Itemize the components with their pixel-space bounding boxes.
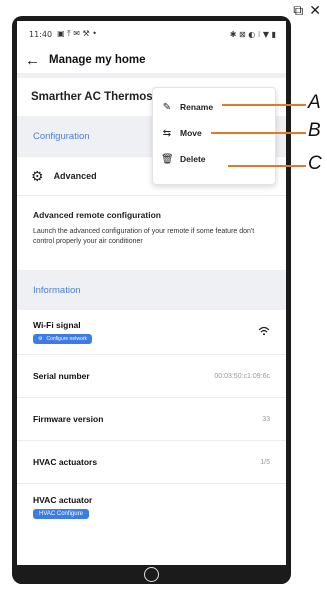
serial-number-value: 00:03:50:c1:09:6c: [214, 372, 270, 380]
remote-title: Advanced remote configuration: [33, 210, 161, 220]
pencil-icon: ✎: [162, 101, 172, 113]
advanced-label: Advanced: [53, 171, 97, 181]
callout-label-c: C: [308, 153, 322, 174]
gear-icon: ⚙: [31, 167, 44, 184]
settings-icon: ⚙: [38, 336, 43, 342]
callout-line-a: [222, 104, 306, 106]
hvac-actuators-row: HVAC actuators 1/5: [17, 441, 286, 484]
advanced-remote-configuration[interactable]: Advanced remote configuration Launch the…: [17, 196, 286, 270]
notification-icons: ▣ ⤒ ✉ ⚒ •: [57, 29, 97, 38]
trash-icon: 🗑: [161, 153, 174, 165]
firmware-label: Firmware version: [33, 414, 104, 424]
back-arrow-icon[interactable]: ←: [25, 52, 49, 69]
firmware-row: Firmware version 33: [17, 398, 286, 441]
expand-icon[interactable]: ⧉: [293, 2, 303, 20]
move-label: Move: [180, 128, 202, 138]
menu-item-delete[interactable]: 🗑 Delete: [153, 146, 275, 172]
remote-description: Launch the advanced configuration of you…: [33, 228, 255, 245]
status-time: 11:40: [29, 29, 53, 39]
delete-label: Delete: [180, 154, 206, 164]
callout-line-c: [228, 165, 306, 167]
close-icon[interactable]: ✕: [309, 2, 321, 20]
page-title: Manage my home: [49, 54, 146, 66]
callout-line-b: [211, 132, 306, 134]
hvac-actuators-label: HVAC actuators: [33, 457, 98, 467]
callout-label-b: B: [308, 120, 321, 141]
home-button[interactable]: [144, 567, 159, 582]
serial-number-row: Serial number 00:03:50:c1:09:6c: [17, 355, 286, 398]
move-arrows-icon: ⇆: [162, 127, 172, 139]
menu-item-rename[interactable]: ✎ Rename: [153, 94, 275, 120]
wifi-row: Wi-Fi signal ⚙ Configure network: [17, 310, 286, 355]
information-heading: Information: [33, 284, 81, 296]
wifi-icon: [258, 326, 270, 339]
hvac-actuator-row: HVAC actuator HVAC Configure: [17, 484, 286, 530]
callout-label-a: A: [308, 92, 321, 113]
system-icons: ✱ ⊠ ◐ ⁝ ▼ ▮: [229, 29, 276, 39]
configure-network-label: Configure network: [46, 336, 88, 342]
hvac-actuator-label: HVAC actuator: [33, 495, 93, 505]
app-bar: ← Manage my home: [17, 47, 286, 73]
hvac-actuators-value: 1/5: [260, 458, 270, 466]
status-bar: 11:40 ▣ ⤒ ✉ ⚒ • ✱ ⊠ ◐ ⁝ ▼ ▮: [17, 21, 286, 47]
navigation-bar: [17, 565, 286, 584]
firmware-value: 33: [262, 415, 270, 423]
window-controls: ⧉ ✕: [293, 2, 321, 20]
rename-label: Rename: [180, 102, 214, 112]
context-menu: ✎ Rename ⇆ Move 🗑 Delete: [152, 87, 276, 185]
hvac-configure-button[interactable]: HVAC Configure: [33, 509, 89, 519]
serial-number-label: Serial number: [33, 371, 90, 381]
configure-network-button[interactable]: ⚙ Configure network: [33, 334, 93, 344]
wifi-label: Wi-Fi signal: [33, 320, 81, 330]
